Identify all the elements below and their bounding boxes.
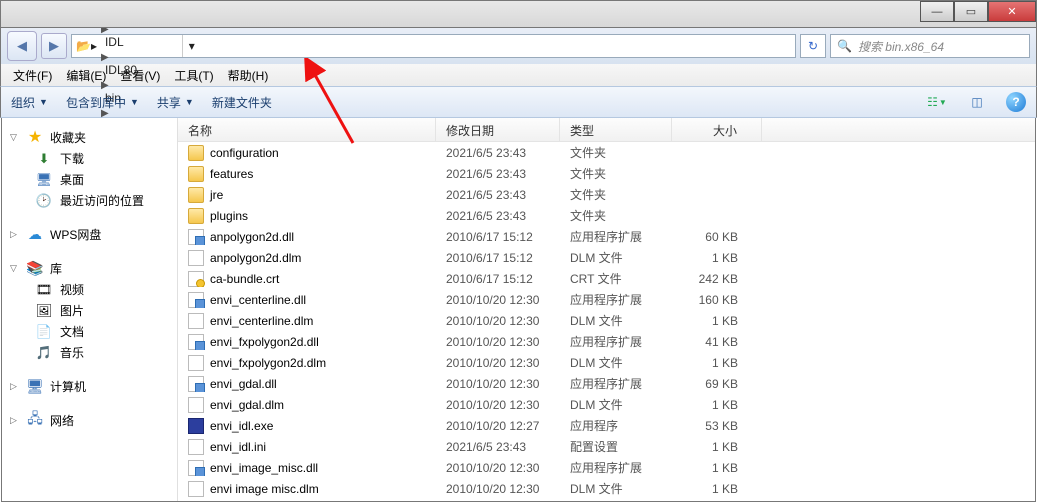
file-row[interactable]: envi_fxpolygon2d.dlm2010/10/20 12:30DLM … (178, 352, 1035, 373)
menu-help[interactable]: 帮助(H) (222, 65, 275, 86)
network-icon: 🖧 (26, 411, 44, 429)
toolbar-organize[interactable]: 组织 ▼ (11, 94, 48, 111)
star-icon: ★ (26, 128, 44, 146)
col-date[interactable]: 修改日期 (436, 118, 560, 141)
file-row[interactable]: envi_fxpolygon2d.dll2010/10/20 12:30应用程序… (178, 331, 1035, 352)
file-row[interactable]: envi_gdal.dlm2010/10/20 12:30DLM 文件1 KB (178, 394, 1035, 415)
file-icon (188, 250, 204, 266)
item-icon: 🕑 (36, 193, 52, 209)
sidebar-network[interactable]: ▷🖧 网络 (2, 409, 177, 431)
file-row[interactable]: envi_image_misc.dll2010/10/20 12:30应用程序扩… (178, 457, 1035, 478)
search-placeholder: 搜索 bin.x86_64 (858, 38, 944, 55)
menu-bar: 文件(F) 编辑(E) 查看(V) 工具(T) 帮助(H) (0, 64, 1037, 86)
col-name[interactable]: 名称 (178, 118, 436, 141)
sidebar-item[interactable]: 🖥桌面 (2, 169, 177, 190)
sidebar-item[interactable]: 🕑最近访问的位置 (2, 190, 177, 211)
file-icon (188, 355, 204, 371)
close-button[interactable]: ✕ (988, 1, 1036, 22)
item-icon: 🎞 (36, 282, 52, 298)
folder-icon (188, 145, 204, 161)
file-icon (188, 439, 204, 455)
menu-view[interactable]: 查看(V) (114, 65, 166, 86)
item-icon: 📄 (36, 324, 52, 340)
library-icon: 📚 (26, 259, 44, 277)
cloud-icon: ☁ (26, 225, 44, 243)
item-icon: ⬇ (36, 151, 52, 167)
breadcrumb-segment[interactable]: IDL (99, 35, 182, 49)
sidebar-item[interactable]: 🖼图片 (2, 300, 177, 321)
item-icon: 🖼 (36, 303, 52, 319)
item-icon: 🖥 (36, 172, 52, 188)
breadcrumb[interactable]: 📂▸ 计算机▶本地磁盘 (D:)▶ENVI4.8▶IDL▶IDL80▶bin▶b… (71, 34, 796, 58)
computer-icon: 🖥 (26, 377, 44, 395)
toolbar-include[interactable]: 包含到库中 ▼ (66, 94, 139, 111)
file-row[interactable]: ca-bundle.crt2010/6/17 15:12CRT 文件242 KB (178, 268, 1035, 289)
sidebar-item[interactable]: 📄文档 (2, 321, 177, 342)
toolbar-share[interactable]: 共享 ▼ (157, 94, 194, 111)
exe-icon (188, 418, 204, 434)
dll-icon (188, 460, 204, 476)
file-row[interactable]: anpolygon2d.dll2010/6/17 15:12应用程序扩展60 K… (178, 226, 1035, 247)
file-row[interactable]: features2021/6/5 23:43文件夹 (178, 163, 1035, 184)
navigation-pane: ▽★ 收藏夹 ⬇下载🖥桌面🕑最近访问的位置 ▷☁ WPS网盘 ▽📚 库 🎞视频🖼… (2, 118, 178, 501)
titlebar: — ▭ ✕ (0, 0, 1037, 28)
folder-icon (188, 187, 204, 203)
folder-icon (188, 208, 204, 224)
dll-icon (188, 334, 204, 350)
col-size[interactable]: 大小 (672, 118, 762, 141)
file-icon (188, 481, 204, 497)
file-row[interactable]: envi_idl.ini2021/6/5 23:43配置设置1 KB (178, 436, 1035, 457)
dll-icon (188, 376, 204, 392)
folder-icon (188, 166, 204, 182)
file-row[interactable]: envi_idl.exe2010/10/20 12:27应用程序53 KB (178, 415, 1035, 436)
sidebar-computer[interactable]: ▷🖥 计算机 (2, 375, 177, 397)
file-row[interactable]: envi image misc.dlm2010/10/20 12:30DLM 文… (178, 478, 1035, 499)
refresh-button[interactable]: ↻ (800, 34, 826, 58)
file-row[interactable]: envi_gdal.dll2010/10/20 12:30应用程序扩展69 KB (178, 373, 1035, 394)
chevron-right-icon: ▶ (99, 52, 111, 63)
file-list: 名称 修改日期 类型 大小 configuration2021/6/5 23:4… (178, 118, 1035, 501)
menu-tools[interactable]: 工具(T) (168, 65, 219, 86)
sidebar-item[interactable]: ⬇下载 (2, 148, 177, 169)
dll-icon (188, 292, 204, 308)
column-headers: 名称 修改日期 类型 大小 (178, 118, 1035, 142)
file-row[interactable]: configuration2021/6/5 23:43文件夹 (178, 142, 1035, 163)
col-type[interactable]: 类型 (560, 118, 672, 141)
maximize-button[interactable]: ▭ (954, 1, 988, 22)
file-row[interactable]: anpolygon2d.dlm2010/6/17 15:12DLM 文件1 KB (178, 247, 1035, 268)
menu-file[interactable]: 文件(F) (7, 65, 58, 86)
dll-icon (188, 229, 204, 245)
search-input[interactable]: 🔍 搜索 bin.x86_64 (830, 34, 1030, 58)
help-button[interactable]: ? (1006, 92, 1026, 112)
sidebar-wps[interactable]: ▷☁ WPS网盘 (2, 223, 177, 245)
nav-forward-button[interactable]: ▶ (41, 33, 67, 59)
menu-edit[interactable]: 编辑(E) (60, 65, 112, 86)
file-row[interactable]: jre2021/6/5 23:43文件夹 (178, 184, 1035, 205)
breadcrumb-dropdown[interactable]: ▾ (182, 35, 200, 57)
crt-icon (188, 271, 204, 287)
minimize-button[interactable]: — (920, 1, 954, 22)
file-icon (188, 313, 204, 329)
file-row[interactable]: envi_centerline.dlm2010/10/20 12:30DLM 文… (178, 310, 1035, 331)
search-icon: 🔍 (837, 39, 852, 53)
item-icon: 🎵 (36, 345, 52, 361)
toolbar-newfolder[interactable]: 新建文件夹 (212, 94, 272, 111)
sidebar-item[interactable]: 🎵音乐 (2, 342, 177, 363)
file-icon (188, 397, 204, 413)
nav-back-button[interactable]: ◀ (7, 31, 37, 61)
view-mode-button[interactable]: ☷ ▼ (926, 91, 948, 113)
file-row[interactable]: plugins2021/6/5 23:43文件夹 (178, 205, 1035, 226)
sidebar-favorites[interactable]: ▽★ 收藏夹 (2, 126, 177, 148)
sidebar-library[interactable]: ▽📚 库 (2, 257, 177, 279)
preview-pane-button[interactable]: ◫ (966, 91, 988, 113)
sidebar-item[interactable]: 🎞视频 (2, 279, 177, 300)
file-row[interactable]: envi_centerline.dll2010/10/20 12:30应用程序扩… (178, 289, 1035, 310)
address-bar: ◀ ▶ 📂▸ 计算机▶本地磁盘 (D:)▶ENVI4.8▶IDL▶IDL80▶b… (0, 28, 1037, 64)
